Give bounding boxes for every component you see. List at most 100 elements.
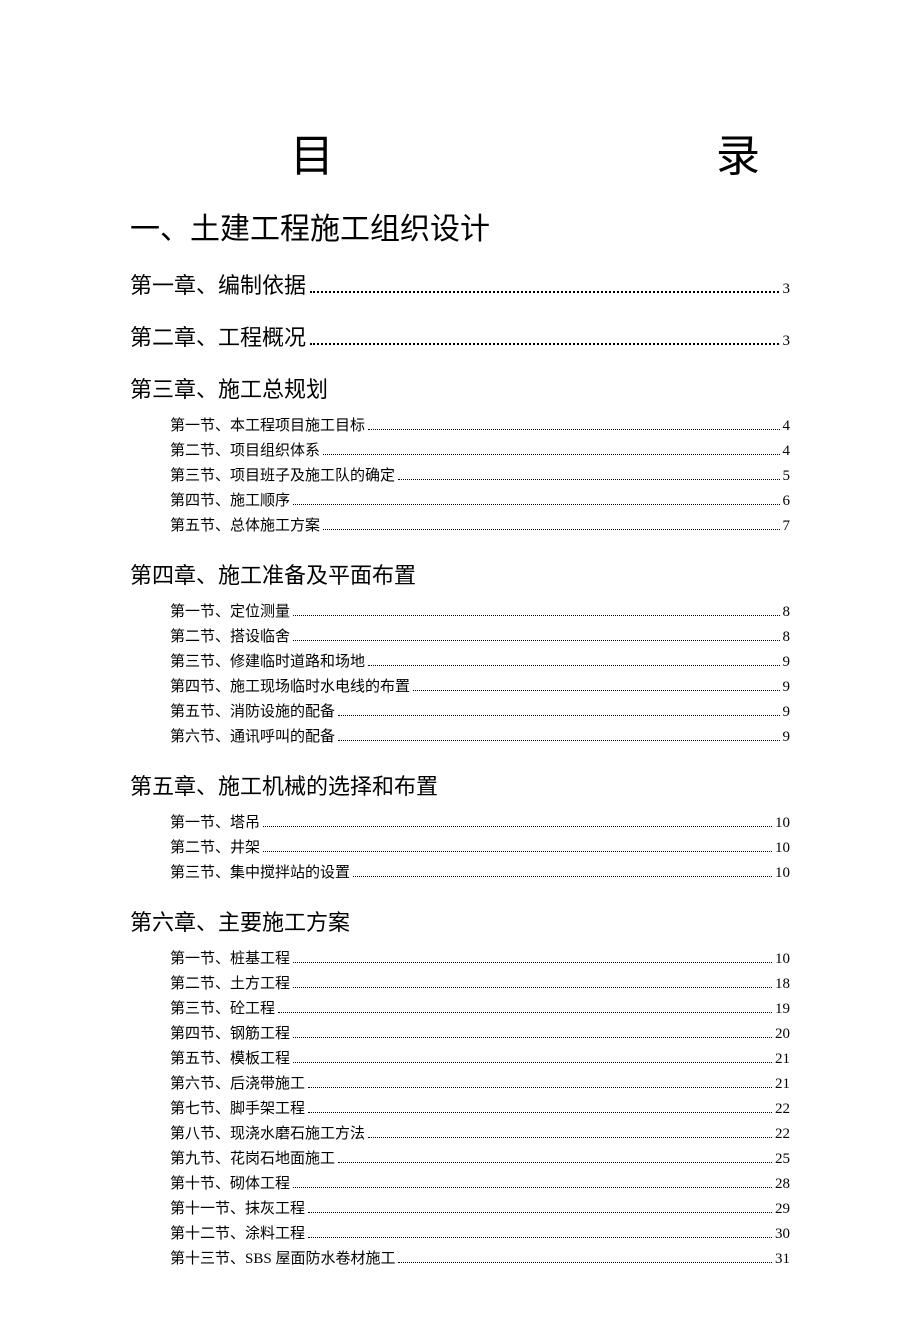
leader-dots bbox=[323, 529, 779, 530]
leader-dots bbox=[413, 690, 779, 691]
toc-page-number: 9 bbox=[783, 700, 791, 724]
chapter-title-text: 第六章、主要施工方案 bbox=[130, 905, 350, 937]
toc-page-number: 4 bbox=[783, 414, 791, 438]
toc-row: 第一节、桩基工程 10 bbox=[170, 947, 790, 971]
chapter-title: 第二章、工程概况 3 bbox=[130, 320, 790, 352]
toc-page-number: 10 bbox=[775, 947, 790, 971]
leader-dots bbox=[293, 615, 779, 616]
toc-page-number: 9 bbox=[783, 650, 791, 674]
toc-label: 第五节、消防设施的配备 bbox=[170, 700, 335, 724]
toc-label: 第一节、本工程项目施工目标 bbox=[170, 414, 365, 438]
leader-dots bbox=[338, 740, 779, 741]
title-char-right: 录 bbox=[716, 120, 760, 184]
section-list: 第一节、定位测量8第二节、搭设临舍8第三节、修建临时道路和场地9第四节、施工现场… bbox=[130, 600, 790, 749]
toc-row: 第三节、砼工程19 bbox=[170, 997, 790, 1021]
toc-page-number: 21 bbox=[775, 1072, 790, 1096]
toc-label: 第十节、砌体工程 bbox=[170, 1172, 290, 1196]
leader-dots bbox=[310, 291, 778, 293]
toc-label: 第六节、后浇带施工 bbox=[170, 1072, 305, 1096]
chapter-title: 第六章、主要施工方案 bbox=[130, 905, 790, 937]
chapter-page-number: 3 bbox=[783, 333, 791, 350]
chapter-title: 第一章、编制依据 3 bbox=[130, 268, 790, 300]
leader-dots bbox=[308, 1212, 772, 1213]
toc-label: 第一节、定位测量 bbox=[170, 600, 290, 624]
toc-label: 第二节、搭设临舍 bbox=[170, 625, 290, 649]
toc-page-number: 10 bbox=[775, 836, 790, 860]
toc-label: 第一节、桩基工程 bbox=[170, 947, 290, 971]
chapter-title-text: 第五章、施工机械的选择和布置 bbox=[130, 769, 438, 801]
toc-label: 第三节、集中搅拌站的设置 bbox=[170, 861, 350, 885]
toc-page-number: 9 bbox=[783, 725, 791, 749]
toc-page-number: 31 bbox=[775, 1247, 790, 1271]
leader-dots bbox=[368, 1137, 772, 1138]
toc-page-number: 29 bbox=[775, 1197, 790, 1221]
toc-label: 第四节、施工现场临时水电线的布置 bbox=[170, 675, 410, 699]
toc-label: 第二节、土方工程 bbox=[170, 972, 290, 996]
toc-label: 第十一节、抹灰工程 bbox=[170, 1197, 305, 1221]
toc-label: 第二节、项目组织体系 bbox=[170, 439, 320, 463]
toc-page-number: 9 bbox=[783, 675, 791, 699]
toc-page-number: 25 bbox=[775, 1147, 790, 1171]
chapter-page-number: 3 bbox=[783, 281, 791, 298]
leader-dots bbox=[308, 1237, 772, 1238]
toc-row: 第三节、项目班子及施工队的确定5 bbox=[170, 464, 790, 488]
leader-dots bbox=[293, 1037, 772, 1038]
leader-dots bbox=[368, 665, 779, 666]
toc-row: 第一节、本工程项目施工目标 4 bbox=[170, 414, 790, 438]
toc-label: 第四节、钢筋工程 bbox=[170, 1022, 290, 1046]
toc-row: 第十二节、涂料工程 30 bbox=[170, 1222, 790, 1246]
leader-dots bbox=[308, 1112, 772, 1113]
toc-row: 第五节、消防设施的配备 9 bbox=[170, 700, 790, 724]
toc-row: 第一节、定位测量 8 bbox=[170, 600, 790, 624]
toc-label: 第二节、井架 bbox=[170, 836, 260, 860]
toc-label: 第十三节、SBS 屋面防水卷材施工 bbox=[170, 1247, 395, 1271]
leader-dots bbox=[293, 962, 772, 963]
chapter-title-text: 第三章、施工总规划 bbox=[130, 372, 328, 404]
chapter-title: 第三章、施工总规划 bbox=[130, 372, 790, 404]
toc-row: 第四节、钢筋工程20 bbox=[170, 1022, 790, 1046]
toc-label: 第五节、模板工程 bbox=[170, 1047, 290, 1071]
leader-dots bbox=[293, 640, 779, 641]
toc-page-number: 10 bbox=[775, 861, 790, 885]
leader-dots bbox=[263, 826, 772, 827]
toc-row: 第十一节、抹灰工程 29 bbox=[170, 1197, 790, 1221]
toc-row: 第十节、砌体工程28 bbox=[170, 1172, 790, 1196]
toc-page-number: 4 bbox=[783, 439, 791, 463]
toc-row: 第三节、修建临时道路和场地 9 bbox=[170, 650, 790, 674]
leader-dots bbox=[293, 987, 772, 988]
leader-dots bbox=[278, 1012, 772, 1013]
chapter-title-text: 第一章、编制依据 bbox=[130, 268, 306, 300]
leader-dots bbox=[338, 1162, 772, 1163]
toc-row: 第四节、施工现场临时水电线的布置 9 bbox=[170, 675, 790, 699]
toc-label: 第四节、施工顺序 bbox=[170, 489, 290, 513]
toc-page-number: 8 bbox=[783, 625, 791, 649]
leader-dots bbox=[308, 1087, 772, 1088]
leader-dots bbox=[293, 1062, 772, 1063]
toc-label: 第三节、砼工程 bbox=[170, 997, 275, 1021]
toc-label: 第三节、项目班子及施工队的确定 bbox=[170, 464, 395, 488]
toc-label: 第八节、现浇水磨石施工方法 bbox=[170, 1122, 365, 1146]
toc-label: 第七节、脚手架工程 bbox=[170, 1097, 305, 1121]
toc-label: 第十二节、涂料工程 bbox=[170, 1222, 305, 1246]
leader-dots bbox=[293, 1187, 772, 1188]
leader-dots bbox=[263, 851, 772, 852]
section-list: 第一节、塔吊10第二节、井架10第三节、集中搅拌站的设置10 bbox=[130, 811, 790, 885]
chapter-title: 第四章、施工准备及平面布置 bbox=[130, 558, 790, 590]
toc-row: 第九节、花岗石地面施工25 bbox=[170, 1147, 790, 1171]
toc-label: 第三节、修建临时道路和场地 bbox=[170, 650, 365, 674]
title-char-left: 目 bbox=[290, 120, 334, 184]
toc-page-number: 6 bbox=[783, 489, 791, 513]
toc-row: 第八节、现浇水磨石施工方法22 bbox=[170, 1122, 790, 1146]
toc-page-number: 30 bbox=[775, 1222, 790, 1246]
toc-row: 第二节、项目组织体系 4 bbox=[170, 439, 790, 463]
toc-page-number: 18 bbox=[775, 972, 790, 996]
toc-page-number: 8 bbox=[783, 600, 791, 624]
toc-row: 第五节、总体施工方案7 bbox=[170, 514, 790, 538]
toc-page-number: 21 bbox=[775, 1047, 790, 1071]
chapter-title-text: 第二章、工程概况 bbox=[130, 320, 306, 352]
leader-dots bbox=[398, 479, 779, 480]
toc-label: 第一节、塔吊 bbox=[170, 811, 260, 835]
section-list: 第一节、桩基工程10第二节、土方工程18第三节、砼工程19第四节、钢筋工程20第… bbox=[130, 947, 790, 1271]
leader-dots bbox=[293, 504, 779, 505]
toc-row: 第五节、模板工程 21 bbox=[170, 1047, 790, 1071]
